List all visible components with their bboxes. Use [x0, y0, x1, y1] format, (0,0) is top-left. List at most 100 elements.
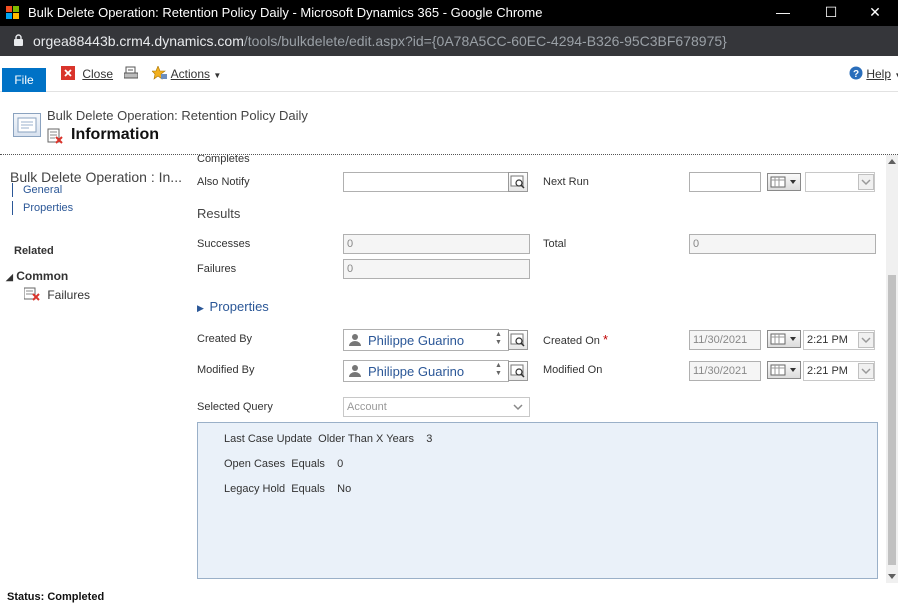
- left-navigation: Bulk Delete Operation : In... General Pr…: [0, 155, 188, 583]
- total-label: Total: [543, 238, 567, 250]
- failures-label: Failures: [197, 263, 237, 275]
- modified-by-label: Modified By: [197, 364, 255, 376]
- results-section-title: Results: [197, 206, 241, 221]
- user-icon: [349, 365, 361, 377]
- also-notify-input[interactable]: [343, 172, 509, 192]
- chevron-down-icon: [861, 337, 871, 344]
- lookup-icon: [510, 175, 525, 189]
- stepper-arrows-icon: ▲ ▼: [495, 362, 502, 377]
- nav-link-general[interactable]: General: [12, 183, 62, 197]
- properties-section-toggle[interactable]: ▶ Properties: [197, 299, 269, 314]
- svg-text:?: ?: [853, 69, 859, 80]
- url-text[interactable]: orgea88443b.crm4.dynamics.com/tools/bulk…: [33, 33, 727, 49]
- modified-on-calendar-button[interactable]: [767, 361, 801, 379]
- created-by-label: Created By: [197, 333, 253, 345]
- chevron-down-icon: [861, 179, 871, 186]
- entity-name: Bulk Delete Operation: Retention Policy …: [47, 108, 308, 123]
- modified-by-lookup-button[interactable]: [508, 361, 528, 381]
- nav-related-heading: Related: [14, 245, 54, 257]
- created-by-lookup-button[interactable]: [508, 330, 528, 350]
- vertical-scrollbar[interactable]: [886, 155, 898, 583]
- next-run-date-input[interactable]: [689, 172, 761, 192]
- calendar-icon: [770, 364, 796, 376]
- nav-failures-label: Failures: [47, 288, 91, 302]
- next-run-label: Next Run: [543, 176, 589, 188]
- status-text: Status: Completed: [7, 591, 105, 603]
- completes-label: Completes: [197, 155, 250, 165]
- close-button[interactable]: Close: [61, 66, 113, 82]
- close-icon: [61, 66, 75, 80]
- calendar-icon: [770, 176, 796, 188]
- modified-on-date: 11/30/2021: [689, 361, 761, 381]
- lookup-icon: [510, 364, 525, 378]
- close-label: Close: [82, 67, 114, 81]
- query-condition: Last Case Update Older Than X Years 3: [224, 433, 433, 445]
- nav-common-group[interactable]: ◢ Common: [6, 269, 68, 283]
- print-button[interactable]: [123, 66, 139, 82]
- user-icon: [349, 334, 361, 346]
- query-condition: Open Cases Equals 0: [224, 458, 344, 470]
- scroll-down-arrow-icon[interactable]: [888, 574, 896, 580]
- minimize-button[interactable]: —: [760, 2, 806, 24]
- nav-common-label: Common: [16, 269, 69, 283]
- form-delete-icon: [47, 128, 63, 144]
- created-on-label-text: Created On: [543, 335, 600, 347]
- scroll-up-arrow-icon[interactable]: [888, 158, 896, 164]
- chevron-down-icon: [861, 368, 871, 375]
- scrollbar-thumb[interactable]: [888, 275, 896, 565]
- expand-triangle-icon: ▶: [197, 303, 204, 313]
- bulk-delete-entity-icon: [13, 113, 41, 137]
- query-condition: Legacy Hold Equals No: [224, 483, 352, 495]
- address-bar[interactable]: orgea88443b.crm4.dynamics.com/tools/bulk…: [0, 26, 898, 56]
- help-button[interactable]: ? Help ▼: [849, 66, 898, 82]
- lock-icon: [14, 34, 23, 46]
- created-on-label: Created On *: [543, 332, 608, 347]
- total-value: 0: [689, 234, 876, 254]
- command-bar: File Close Actions ▼ ? Help ▼: [0, 56, 898, 92]
- nav-item-failures[interactable]: Failures: [23, 287, 91, 302]
- stepper-arrows-icon: ▲ ▼: [495, 331, 502, 346]
- window-title-bar: Bulk Delete Operation: Retention Policy …: [0, 0, 898, 26]
- lookup-icon: [510, 333, 525, 347]
- maximize-button[interactable]: ☐: [808, 2, 854, 24]
- created-by-name: Philippe Guarino: [368, 333, 465, 348]
- status-bar: Status: Completed: [0, 583, 898, 606]
- successes-label: Successes: [197, 238, 251, 250]
- failures-value: 0: [343, 259, 530, 279]
- selected-query-select[interactable]: Account: [343, 397, 530, 417]
- url-host: orgea88443b.crm4.dynamics.com: [33, 33, 244, 49]
- print-preview-icon: [123, 66, 139, 79]
- created-on-calendar-button[interactable]: [767, 330, 801, 348]
- created-on-time-dropdown[interactable]: [858, 332, 874, 348]
- modified-by-name: Philippe Guarino: [368, 364, 465, 379]
- modified-by-value[interactable]: Philippe Guarino ▲ ▼: [343, 360, 509, 382]
- created-on-date: 11/30/2021: [689, 330, 761, 350]
- also-notify-lookup-button[interactable]: [508, 172, 528, 192]
- help-label: Help: [866, 67, 892, 81]
- successes-value: 0: [343, 234, 530, 254]
- form-title: Information: [71, 126, 159, 143]
- next-run-time-dropdown[interactable]: [858, 174, 874, 190]
- chevron-down-icon: [513, 404, 523, 411]
- chevron-down-icon: ▼: [213, 71, 222, 80]
- nav-link-properties[interactable]: Properties: [12, 201, 73, 215]
- properties-section-title: Properties: [209, 299, 269, 314]
- created-by-value[interactable]: Philippe Guarino ▲ ▼: [343, 329, 509, 351]
- modified-on-time-dropdown[interactable]: [858, 363, 874, 379]
- file-button[interactable]: File: [2, 68, 46, 92]
- url-path: /tools/bulkdelete/edit.aspx?id={0A78A5CC…: [243, 33, 727, 49]
- window-title: Bulk Delete Operation: Retention Policy …: [28, 5, 543, 20]
- actions-icon: [151, 65, 167, 80]
- selected-query-label: Selected Query: [197, 401, 273, 413]
- form-body: Completes Also Notify Next Run Results S…: [188, 155, 886, 583]
- help-icon: ?: [849, 66, 863, 80]
- actions-label: Actions: [170, 67, 211, 81]
- close-window-button[interactable]: ✕: [852, 2, 898, 24]
- actions-menu[interactable]: Actions ▼: [151, 65, 222, 82]
- also-notify-label: Also Notify: [197, 176, 250, 188]
- calendar-icon: [770, 333, 796, 345]
- failures-icon: [23, 287, 40, 301]
- next-run-calendar-button[interactable]: [767, 173, 801, 191]
- collapse-triangle-icon: ◢: [6, 272, 13, 282]
- modified-on-label: Modified On: [543, 364, 603, 376]
